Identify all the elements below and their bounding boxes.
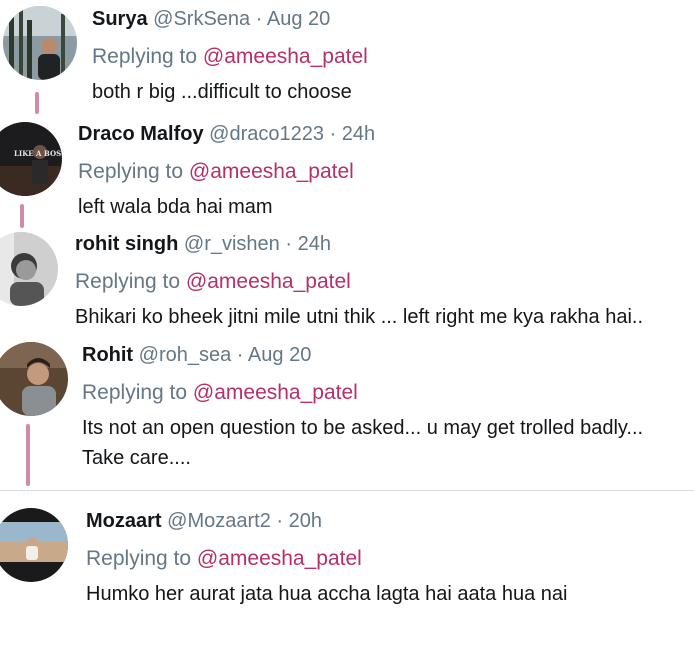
replying-to: Replying to @ameesha_patel <box>92 43 368 71</box>
avatar[interactable]: LIKE A BOSS <box>0 122 62 196</box>
avatar[interactable] <box>0 508 68 582</box>
thread-connector <box>35 92 39 114</box>
timestamp[interactable]: Aug 20 <box>248 344 311 366</box>
user-handle[interactable]: @r_vishen <box>184 233 280 255</box>
avatar[interactable] <box>3 6 77 80</box>
tweet-surya[interactable]: Surya @SrkSena · Aug 20 Replying to @ame… <box>0 0 694 114</box>
thread-connector <box>26 424 30 486</box>
replying-to: Replying to @ameesha_patel <box>82 379 643 407</box>
mention-link[interactable]: @ameesha_patel <box>186 270 351 293</box>
user-handle[interactable]: @roh_sea <box>139 344 232 366</box>
user-name[interactable]: Rohit <box>82 344 133 366</box>
mention-link[interactable]: @ameesha_patel <box>197 547 362 570</box>
avatar-caption: LIKE A BOSS <box>14 149 62 158</box>
tweet-text: both r big ...difficult to choose <box>92 81 352 103</box>
tweet-text: Its not an open question to be asked... … <box>82 417 644 469</box>
reply-thread: Surya @SrkSena · Aug 20 Replying to @ame… <box>0 0 694 645</box>
mention-link[interactable]: @ameesha_patel <box>189 160 354 183</box>
user-handle[interactable]: @draco1223 <box>209 123 324 145</box>
tweet-text: Humko her aurat jata hua accha lagta hai… <box>86 583 568 605</box>
replying-to-label: Replying to <box>86 547 192 570</box>
user-name[interactable]: Draco Malfoy <box>78 123 204 145</box>
replying-to-label: Replying to <box>78 160 184 183</box>
meta-separator: · <box>276 510 284 532</box>
avatar[interactable] <box>0 232 58 306</box>
user-name[interactable]: Surya <box>92 8 148 30</box>
meta-separator: · <box>285 233 293 255</box>
user-name[interactable]: rohit singh <box>75 233 178 255</box>
user-handle[interactable]: @Mozaart2 <box>167 510 271 532</box>
replying-to-label: Replying to <box>82 381 188 404</box>
tweet-text: Bhikari ko bheek jitni mile utni thik ..… <box>75 306 644 328</box>
tweet-rohit[interactable]: Rohit @roh_sea · Aug 20 Replying to @ame… <box>0 338 694 488</box>
timestamp[interactable]: 20h <box>289 510 322 532</box>
replying-to: Replying to @ameesha_patel <box>75 268 643 296</box>
timestamp[interactable]: Aug 20 <box>267 8 330 30</box>
tweet-rohit-singh[interactable]: rohit singh @r_vishen · 24h Replying to … <box>0 228 694 336</box>
thread-divider <box>0 490 694 491</box>
tweet-header: Surya @SrkSena · Aug 20 <box>92 6 368 32</box>
meta-separator: · <box>329 123 337 145</box>
replying-to: Replying to @ameesha_patel <box>86 545 567 573</box>
replying-to-label: Replying to <box>92 45 198 68</box>
tweet-draco-malfoy[interactable]: LIKE A BOSS Draco Malfoy @draco1223 · 24… <box>0 114 694 228</box>
replying-to-label: Replying to <box>75 270 181 293</box>
user-handle[interactable]: @SrkSena <box>153 8 250 30</box>
thread-connector <box>20 204 24 228</box>
meta-separator: · <box>236 344 244 366</box>
user-name[interactable]: Mozaart <box>86 510 162 532</box>
timestamp[interactable]: 24h <box>298 233 331 255</box>
mention-link[interactable]: @ameesha_patel <box>203 45 368 68</box>
tweet-text: left wala bda hai mam <box>78 196 273 218</box>
meta-separator: · <box>255 8 263 30</box>
replying-to: Replying to @ameesha_patel <box>78 158 375 186</box>
tweet-header: Draco Malfoy @draco1223 · 24h <box>78 121 375 147</box>
timestamp[interactable]: 24h <box>342 123 375 145</box>
tweet-mozaart[interactable]: Mozaart @Mozaart2 · 20h Replying to @ame… <box>0 504 694 624</box>
mention-link[interactable]: @ameesha_patel <box>193 381 358 404</box>
avatar[interactable] <box>0 342 68 416</box>
tweet-header: Mozaart @Mozaart2 · 20h <box>86 508 567 534</box>
tweet-header: rohit singh @r_vishen · 24h <box>75 231 643 257</box>
tweet-header: Rohit @roh_sea · Aug 20 <box>82 342 643 368</box>
